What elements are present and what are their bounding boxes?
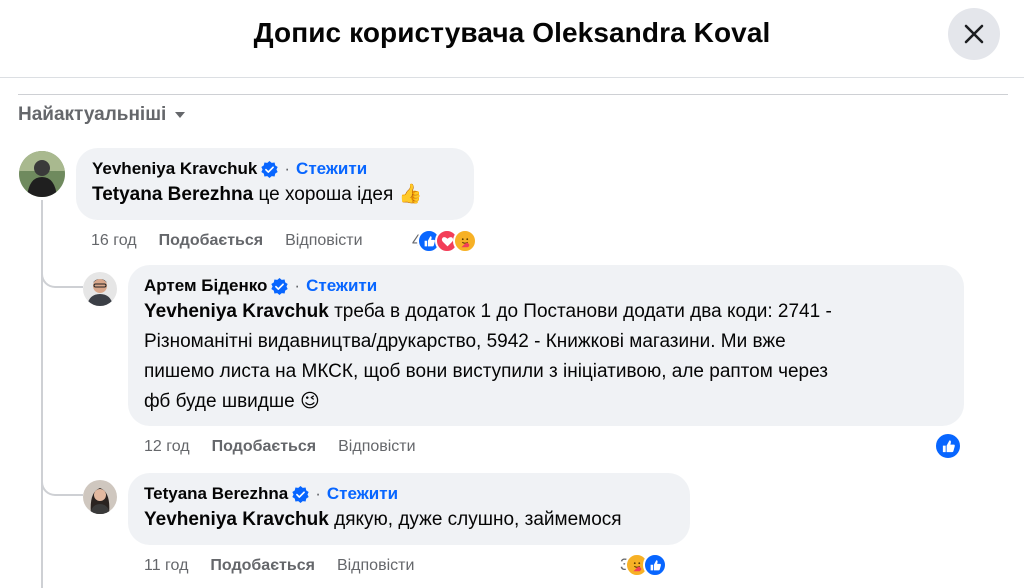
follow-link[interactable]: Стежити bbox=[306, 275, 377, 297]
thread-line bbox=[41, 200, 43, 588]
divider bbox=[18, 94, 1008, 95]
comment-text: Yevheniya Kravchuk дякую, дуже слушно, з… bbox=[144, 509, 622, 530]
sort-label: Найактуальніші bbox=[18, 104, 167, 125]
comment-author[interactable]: Артем Біденко bbox=[144, 275, 267, 297]
avatar[interactable] bbox=[83, 480, 117, 514]
reaction-summary[interactable]: 3 bbox=[620, 553, 668, 577]
comment-time[interactable]: 11 год bbox=[144, 557, 188, 575]
comment-time[interactable]: 12 год bbox=[144, 438, 190, 456]
sort-dropdown[interactable]: Найактуальніші bbox=[18, 104, 186, 126]
follow-link[interactable]: Стежити bbox=[327, 483, 398, 505]
reaction-summary[interactable]: 4 bbox=[412, 229, 478, 253]
comment-time[interactable]: 16 год bbox=[91, 232, 137, 250]
comment-author[interactable]: Tetyana Berezhna bbox=[144, 483, 288, 505]
dialog-title: Допис користувача Oleksandra Koval bbox=[253, 17, 771, 48]
like-button[interactable]: Подобається bbox=[210, 557, 315, 575]
verified-badge-icon bbox=[292, 485, 309, 503]
avatar[interactable] bbox=[83, 272, 117, 306]
like-button[interactable]: Подобається bbox=[159, 232, 264, 250]
thread-connector bbox=[41, 272, 83, 288]
care-reaction-icon bbox=[453, 229, 478, 253]
reply-button[interactable]: Відповісти bbox=[338, 438, 415, 456]
verified-badge-icon bbox=[271, 277, 289, 295]
comment-actions: 12 год Подобається Відповісти bbox=[144, 438, 416, 456]
avatar[interactable] bbox=[19, 151, 65, 197]
comment-bubble: Yevheniya Kravchuk · Стежити Tetyana Ber… bbox=[76, 148, 474, 220]
reply-button[interactable]: Відповісти bbox=[337, 557, 414, 575]
comment-bubble: Tetyana Berezhna · Стежити Yevheniya Kra… bbox=[128, 473, 690, 545]
close-button[interactable] bbox=[948, 8, 1000, 60]
comment-text: Tetyana Berezhna це хороша ідея 👍 bbox=[92, 184, 423, 205]
comment-actions: 11 год Подобається Відповісти bbox=[144, 557, 414, 575]
comment-author[interactable]: Yevheniya Kravchuk bbox=[92, 158, 257, 180]
like-reaction-icon bbox=[934, 432, 962, 460]
comment-text: Yevheniya Kravchuk треба в додаток 1 до … bbox=[144, 301, 832, 412]
dialog-header: Допис користувача Oleksandra Koval bbox=[0, 0, 1024, 78]
mention-link[interactable]: Yevheniya Kravchuk bbox=[144, 509, 329, 530]
verified-badge-icon bbox=[261, 160, 279, 178]
like-button[interactable]: Подобається bbox=[212, 438, 317, 456]
comment-bubble: Артем Біденко · Стежити Yevheniya Kravch… bbox=[128, 265, 964, 426]
mention-link[interactable]: Tetyana Berezhna bbox=[92, 184, 253, 205]
close-icon bbox=[964, 24, 984, 44]
comment-actions: 16 год Подобається Відповісти bbox=[91, 232, 363, 250]
reaction-summary[interactable] bbox=[934, 432, 962, 460]
like-reaction-icon bbox=[643, 553, 668, 577]
follow-link[interactable]: Стежити bbox=[296, 158, 367, 180]
thread-connector bbox=[41, 480, 83, 496]
caret-down-icon bbox=[175, 112, 186, 118]
reply-button[interactable]: Відповісти bbox=[285, 232, 362, 250]
mention-link[interactable]: Yevheniya Kravchuk bbox=[144, 301, 329, 322]
